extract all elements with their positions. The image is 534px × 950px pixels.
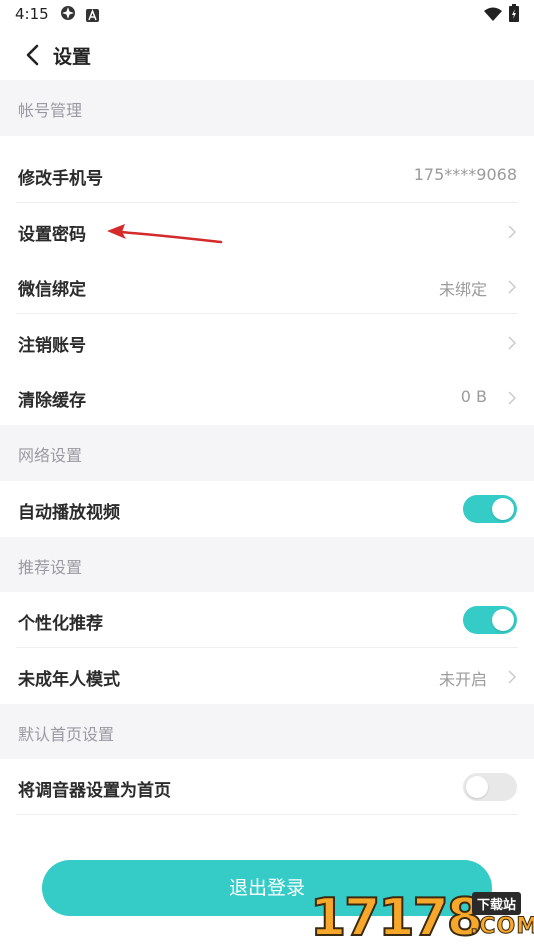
section-title: 默认首页设置 [18,725,115,744]
toggle-knob [466,776,488,798]
annotation-arrow-icon [107,224,223,244]
row-label: 未成年人模式 [18,670,120,690]
cancel-account-row[interactable]: 注销账号 [0,314,534,370]
toggle-knob [492,609,514,631]
status-time: 4:15 [15,5,49,23]
a-notification-icon [86,7,99,26]
chevron-right-icon [508,335,516,350]
section-title: 网络设置 [18,446,83,465]
page-title: 设置 [53,46,92,68]
minor-mode-status: 未开启 [438,670,487,689]
wechat-bind-row[interactable]: 微信绑定 未绑定 [0,258,534,314]
section-title: 帐号管理 [18,101,83,120]
toggle-knob [492,498,514,520]
section-header-recommend: 推荐设置 [0,537,534,593]
watermark-logo: 17178 下载站 .COM [309,887,534,949]
row-label: 设置密码 [18,225,86,245]
row-label: 个性化推荐 [18,614,103,634]
wechat-bind-status: 未绑定 [438,280,487,299]
row-label: 微信绑定 [18,280,86,300]
autoplay-video-row: 自动播放视频 [0,481,534,537]
row-label: 将调音器设置为首页 [18,781,171,801]
watermark-badge: 下载站 [472,892,522,915]
clear-cache-row[interactable]: 清除缓存 0 B [0,369,534,425]
section-title: 推荐设置 [18,558,83,577]
set-password-row[interactable]: 设置密码 [0,203,534,259]
chevron-right-icon [508,279,516,294]
personalized-recommend-row: 个性化推荐 [0,592,534,648]
tuner-homepage-toggle[interactable] [463,773,517,801]
tuner-homepage-row: 将调音器设置为首页 [0,759,534,815]
wifi-icon [484,6,502,25]
row-label: 修改手机号 [18,169,103,189]
section-header-homepage: 默认首页设置 [0,704,534,760]
chevron-right-icon [508,669,516,684]
chevron-right-icon [508,390,516,405]
cache-size-value: 0 B [460,387,487,406]
minor-mode-row[interactable]: 未成年人模式 未开启 [0,648,534,704]
status-bar: 4:15 [0,0,534,30]
nav-bar: 设置 [0,30,534,80]
section-header-account: 帐号管理 [0,80,534,136]
autoplay-toggle[interactable] [463,495,517,523]
row-label: 注销账号 [18,336,86,356]
back-arrow-icon[interactable] [22,42,46,68]
change-phone-row[interactable]: 修改手机号 175****9068 [0,147,534,203]
row-label: 自动播放视频 [18,503,120,523]
battery-icon [509,4,519,26]
app-notification-icon [60,5,76,25]
row-label: 清除缓存 [18,391,86,411]
watermark-suffix: .COM [469,914,534,940]
watermark-digits: 17178 [309,887,484,949]
phone-number-value: 175****9068 [413,165,517,184]
chevron-right-icon [508,224,516,239]
section-header-network: 网络设置 [0,425,534,481]
personalized-toggle[interactable] [463,606,517,634]
